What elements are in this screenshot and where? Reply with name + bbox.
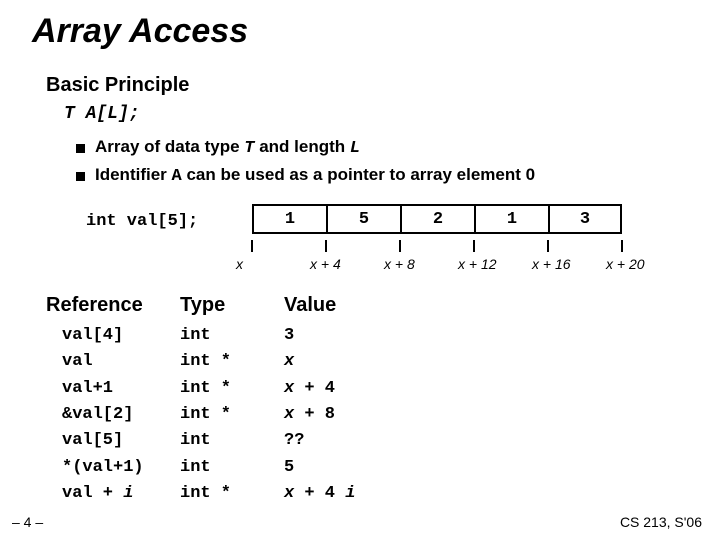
decl-end: ]; <box>118 104 140 124</box>
cell-ref: val+1 <box>46 376 180 402</box>
table-row: val[5] int ?? <box>46 428 444 454</box>
tick-mark <box>251 240 253 252</box>
array-cell: 2 <box>400 204 474 234</box>
array-diagram: 1 5 2 1 3 <box>252 204 622 234</box>
bullet-icon <box>76 144 85 153</box>
cell-type: int <box>180 323 284 349</box>
section-heading: Basic Principle <box>46 74 189 97</box>
tick-mark <box>547 240 549 252</box>
cell-val: 3 <box>284 323 444 349</box>
cell-type: int <box>180 428 284 454</box>
table-row: &val[2] int * x + 8 <box>46 402 444 428</box>
bullet1-L: L <box>350 139 360 158</box>
bullet1-pre: Array of data type <box>95 137 244 156</box>
bullet2-A: A <box>172 167 182 186</box>
array-declaration-concrete: int val[5]; <box>86 212 198 231</box>
cell-val: 5 <box>284 455 444 481</box>
cell-ref: val <box>46 349 180 375</box>
tick-label: x + 8 <box>384 256 415 272</box>
tick-label: x <box>236 256 243 272</box>
table-row: val[4] int 3 <box>46 323 444 349</box>
tick-mark <box>325 240 327 252</box>
cell-type: int * <box>180 481 284 507</box>
cell-val: x + 4 i <box>284 481 444 507</box>
table-row: val+1 int * x + 4 <box>46 376 444 402</box>
cell-ref: &val[2] <box>46 402 180 428</box>
reference-table: Reference Type Value val[4] int 3 val in… <box>46 294 444 507</box>
header-value: Value <box>284 294 444 317</box>
tick-label: x + 16 <box>532 256 571 272</box>
cell-type: int * <box>180 402 284 428</box>
array-cell: 3 <box>548 204 622 234</box>
array-declaration-generic: T A[L]; <box>64 104 140 124</box>
slide-title: Array Access <box>32 12 248 51</box>
header-type: Type <box>180 294 284 317</box>
cell-type: int <box>180 455 284 481</box>
bullet-list: Array of data type T and length L Identi… <box>76 134 535 189</box>
page-number: – 4 – <box>12 514 43 530</box>
bullet1-mid: and length <box>254 137 349 156</box>
tick-mark <box>473 240 475 252</box>
table-row: val + i int * x + 4 i <box>46 481 444 507</box>
bullet-1: Array of data type T and length L <box>76 134 535 162</box>
tick-mark <box>399 240 401 252</box>
cell-val: x + 8 <box>284 402 444 428</box>
bullet-icon <box>76 172 85 181</box>
header-reference: Reference <box>46 294 180 317</box>
cell-ref: val[5] <box>46 428 180 454</box>
cell-val: ?? <box>284 428 444 454</box>
cell-type: int * <box>180 349 284 375</box>
cell-ref: *(val+1) <box>46 455 180 481</box>
bullet2-pre: Identifier <box>95 165 172 184</box>
type-T: T <box>64 104 75 124</box>
array-cell: 5 <box>326 204 400 234</box>
table-row: *(val+1) int 5 <box>46 455 444 481</box>
bullet1-T: T <box>244 139 254 158</box>
tick-label: x + 20 <box>606 256 645 272</box>
tick-label: x + 4 <box>310 256 341 272</box>
decl-mid: A[ <box>75 104 107 124</box>
cell-type: int * <box>180 376 284 402</box>
course-footer: CS 213, S'06 <box>620 514 702 530</box>
cell-ref: val[4] <box>46 323 180 349</box>
bullet2-post: can be used as a pointer to array elemen… <box>182 165 535 184</box>
bullet-2: Identifier A can be used as a pointer to… <box>76 162 535 190</box>
table-row: val int * x <box>46 349 444 375</box>
array-cell: 1 <box>474 204 548 234</box>
length-L: L <box>107 104 118 124</box>
address-ticks: x x + 4 x + 8 x + 12 x + 16 x + 20 <box>248 240 692 272</box>
table-header-row: Reference Type Value <box>46 294 444 317</box>
cell-val: x + 4 <box>284 376 444 402</box>
cell-ref: val + i <box>46 481 180 507</box>
tick-mark <box>621 240 623 252</box>
array-cell: 1 <box>252 204 326 234</box>
cell-val: x <box>284 349 444 375</box>
tick-label: x + 12 <box>458 256 497 272</box>
